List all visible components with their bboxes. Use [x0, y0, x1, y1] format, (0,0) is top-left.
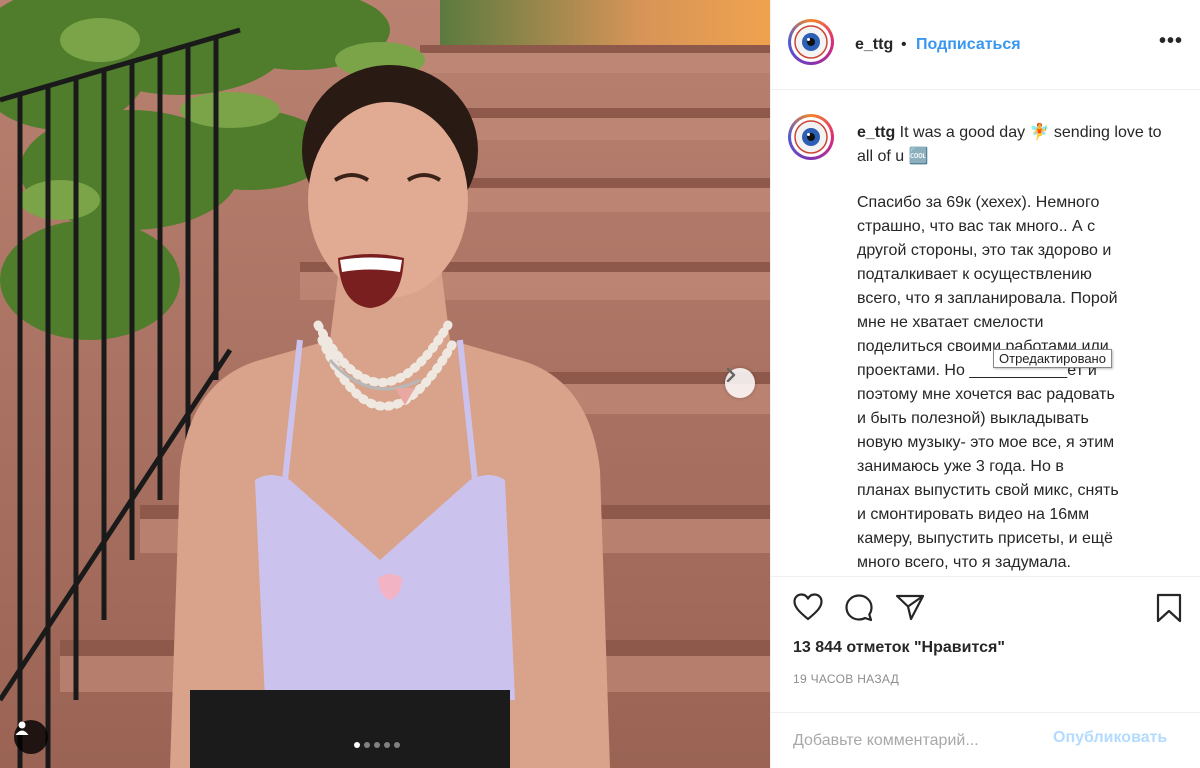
likes-count[interactable]: 13 844 отметок "Нравится" — [793, 639, 1005, 657]
carousel-dot — [384, 742, 390, 748]
caption-body-line: подталкивает к осуществлению — [857, 266, 1092, 283]
caption-body-line: новую музыку- это мое все, я этим — [857, 434, 1115, 451]
post-timestamp[interactable]: 19 ЧАСОВ НАЗАД — [793, 672, 899, 686]
chevron-right-icon — [726, 368, 736, 382]
caption-body-line: планах выпустить свой микс, снять — [857, 482, 1119, 499]
header-separator: • — [901, 36, 907, 53]
caption-body-line: много всего, что я задумала. — [857, 554, 1071, 571]
header-username[interactable]: e_ttg — [855, 36, 893, 54]
post-photo[interactable] — [0, 0, 770, 768]
avatar[interactable] — [788, 19, 834, 65]
share-icon — [895, 594, 925, 621]
save-button[interactable] — [1156, 593, 1182, 628]
caption-body-line: и смонтировать видео на 16мм — [857, 506, 1090, 523]
caption-message: It was a good day 🧚 sending love to all … — [857, 124, 1162, 165]
carousel-dot — [374, 742, 380, 748]
add-comment-bar: Опубликовать — [771, 712, 1200, 768]
post-side-panel: e_ttg • Подписаться ••• e_ttg It was a g… — [770, 0, 1200, 768]
caption-body-line: мне не хватает смелости — [857, 314, 1044, 331]
like-button[interactable] — [793, 593, 823, 626]
carousel-dot — [364, 742, 370, 748]
next-image-button[interactable] — [725, 368, 755, 398]
bookmark-icon — [1156, 593, 1182, 623]
caption-body-line: и быть полезной) выкладывать — [857, 410, 1089, 427]
caption-body: Спасибо за 69к (хехех). Немного страшно, … — [857, 191, 1169, 575]
caption-body-line: другой стороны, это так здорово и — [857, 242, 1112, 259]
comment-button[interactable] — [844, 593, 874, 628]
comment-input[interactable] — [791, 727, 1045, 755]
caption-username[interactable]: e_ttg — [857, 124, 895, 141]
carousel-dot — [394, 742, 400, 748]
eyeball-avatar-icon — [794, 25, 828, 59]
caption-body-line: камеру, выпустить присеты, и ещё — [857, 530, 1113, 547]
tagged-users-button[interactable] — [14, 720, 48, 754]
carousel-dot — [354, 742, 360, 748]
more-options-icon[interactable]: ••• — [1159, 30, 1183, 53]
user-tag-icon — [15, 721, 29, 735]
caption-body-line: поэтому мне хочется вас радовать — [857, 386, 1115, 403]
share-button[interactable] — [895, 593, 925, 626]
caption-body-line: Спасибо за 69к (хехех). Немного — [857, 194, 1100, 211]
caption-body-line: всего, что я запланировала. Порой — [857, 290, 1118, 307]
comment-icon — [845, 594, 873, 622]
caption-area: e_ttg It was a good day 🧚 sending love t… — [771, 91, 1200, 575]
follow-button[interactable]: Подписаться — [916, 36, 1021, 54]
instagram-post-view: e_ttg • Подписаться ••• e_ttg It was a g… — [0, 0, 1200, 768]
eyeball-avatar-icon — [794, 120, 828, 154]
carousel-indicator — [354, 742, 400, 748]
caption-body-line: занимаюсь уже 3 года. Но в — [857, 458, 1064, 475]
publish-button[interactable]: Опубликовать — [1053, 729, 1167, 747]
caption-body-line: страшно, что вас так много.. А с — [857, 218, 1096, 235]
photo-illustration — [0, 0, 770, 768]
caption-avatar[interactable] — [788, 114, 834, 160]
edited-tooltip: Отредактировано — [993, 349, 1112, 368]
heart-icon — [793, 593, 823, 621]
caption-text: e_ttg It was a good day 🧚 sending love t… — [857, 121, 1177, 169]
post-header: e_ttg • Подписаться ••• — [771, 0, 1200, 90]
